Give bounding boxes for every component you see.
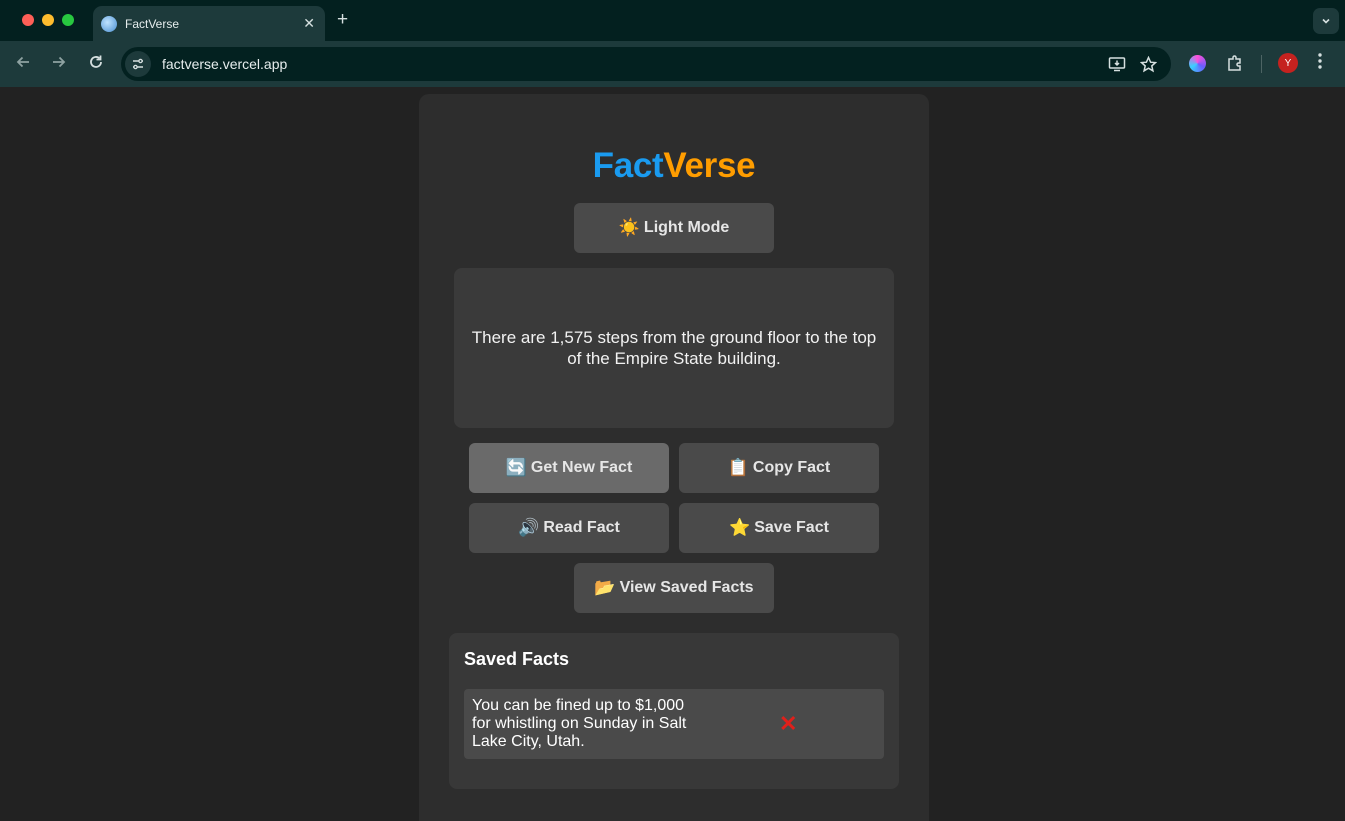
close-window-button[interactable] xyxy=(22,14,34,26)
install-app-icon[interactable] xyxy=(1108,56,1126,72)
menu-icon[interactable] xyxy=(1317,52,1323,70)
speaker-icon: 🔊 xyxy=(518,518,540,537)
tab-search-button[interactable] xyxy=(1313,8,1339,34)
clipboard-icon: 📋 xyxy=(727,458,749,477)
tab-title: FactVerse xyxy=(125,16,180,31)
maximize-window-button[interactable] xyxy=(62,14,74,26)
view-saved-facts-button[interactable]: 📂 View Saved Facts xyxy=(574,563,774,613)
read-fact-label: Read Fact xyxy=(543,519,620,536)
saved-facts-panel: Saved Facts You can be fined up to $1,00… xyxy=(449,633,899,789)
get-new-fact-button[interactable]: 🔄 Get New Fact xyxy=(469,443,669,493)
extensions-puzzle-icon[interactable] xyxy=(1226,54,1244,72)
bookmark-star-icon[interactable] xyxy=(1140,55,1157,73)
address-bar[interactable]: factverse.vercel.app xyxy=(121,47,1171,81)
sun-icon: ☀️ xyxy=(618,218,640,237)
new-tab-button[interactable]: + xyxy=(337,9,348,31)
theme-toggle-label: Light Mode xyxy=(643,219,730,236)
favicon-icon xyxy=(101,15,117,32)
saved-fact-item: You can be fined up to $1,000 for whistl… xyxy=(464,689,884,759)
profile-avatar[interactable]: Y xyxy=(1278,53,1298,73)
saved-facts-title: Saved Facts xyxy=(464,649,570,669)
url-text[interactable]: factverse.vercel.app xyxy=(162,56,1108,72)
current-fact-text: There are 1,575 steps from the ground fl… xyxy=(471,328,877,368)
back-icon[interactable] xyxy=(14,53,32,71)
browser-toolbar: factverse.vercel.app Y xyxy=(0,41,1345,87)
copy-fact-label: Copy Fact xyxy=(752,459,831,476)
delete-icon[interactable]: ✕ xyxy=(779,711,797,737)
tab-close-icon[interactable]: ✕ xyxy=(303,15,315,32)
reload-icon[interactable] xyxy=(87,53,105,71)
browser-tab[interactable]: FactVerse ✕ xyxy=(93,6,325,41)
forward-icon[interactable] xyxy=(50,53,68,71)
fact-display: There are 1,575 steps from the ground fl… xyxy=(454,268,894,428)
chevron-down-icon xyxy=(1322,18,1330,24)
toolbar-divider xyxy=(1261,55,1262,73)
save-fact-label: Save Fact xyxy=(754,519,829,536)
minimize-window-button[interactable] xyxy=(42,14,54,26)
refresh-icon: 🔄 xyxy=(505,458,527,477)
folder-icon: 📂 xyxy=(594,578,616,597)
app-card: FactVerse ☀️ Light Mode There are 1,575 … xyxy=(419,94,929,821)
copy-fact-button[interactable]: 📋 Copy Fact xyxy=(679,443,879,493)
saved-fact-text: You can be fined up to $1,000 for whistl… xyxy=(472,697,687,750)
star-icon: ⭐ xyxy=(729,518,751,537)
site-info-icon[interactable] xyxy=(125,51,151,77)
save-fact-button[interactable]: ⭐ Save Fact xyxy=(679,503,879,553)
logo-verse: Verse xyxy=(663,146,756,185)
theme-toggle-button[interactable]: ☀️ Light Mode xyxy=(574,203,774,253)
extension-color-icon[interactable] xyxy=(1189,55,1206,72)
read-fact-button[interactable]: 🔊 Read Fact xyxy=(469,503,669,553)
view-saved-facts-label: View Saved Facts xyxy=(619,579,754,596)
get-new-fact-label: Get New Fact xyxy=(530,459,633,476)
logo-fact: Fact xyxy=(592,146,664,185)
app-logo: FactVerse xyxy=(419,146,929,186)
browser-titlebar: FactVerse ✕ + xyxy=(0,0,1345,41)
